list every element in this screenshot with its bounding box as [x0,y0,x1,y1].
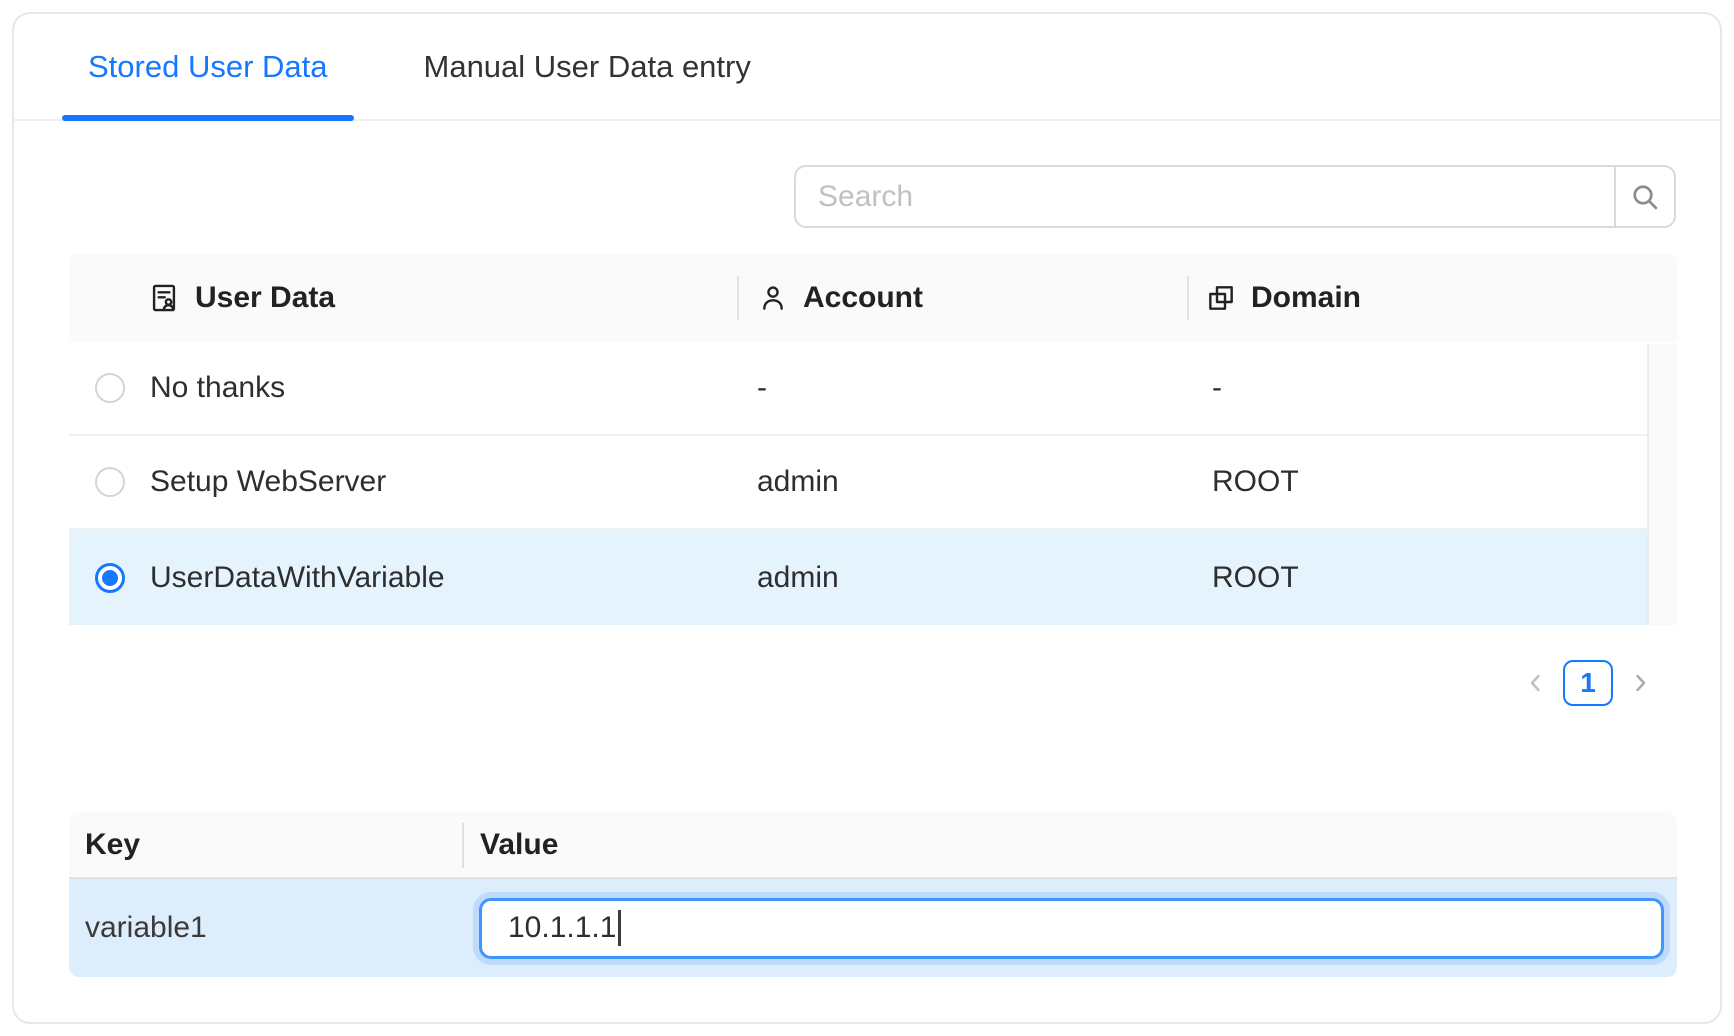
pagination: 1 [1524,660,1652,706]
user-data-document-icon [147,281,181,315]
column-header-account: Account [737,254,1187,342]
radio-selected[interactable] [95,563,125,593]
column-header-domain-label: Domain [1251,281,1361,315]
account-person-icon [757,282,789,314]
radio-cell [69,563,150,593]
table-row-userdatawithvariable-selected[interactable]: UserDataWithVariable admin ROOT [69,530,1647,625]
pagination-page-1[interactable]: 1 [1563,660,1613,706]
pagination-page-number: 1 [1580,667,1596,699]
cell-user-data: Setup WebServer [150,465,737,499]
chevron-right-icon [1628,671,1652,695]
table-row-no-thanks[interactable]: No thanks - - [69,342,1647,436]
header-divider [1187,276,1189,320]
cell-domain: ROOT [1187,465,1647,499]
domain-squares-icon [1205,282,1237,314]
column-header-user-data: User Data [69,254,737,342]
pagination-next-button[interactable] [1628,660,1652,706]
variable-value-cell: 10.1.1.1 [462,898,1677,959]
column-header-domain: Domain [1187,254,1677,342]
table-body: No thanks - - Setup WebServer admin ROOT [69,342,1677,625]
column-header-account-label: Account [803,281,923,315]
tab-bar: Stored User Data Manual User Data entry [14,14,1720,121]
user-data-table: User Data Account [69,254,1677,625]
column-header-key-label: Key [85,828,140,862]
cell-user-data: No thanks [150,371,737,405]
search-button[interactable] [1614,165,1676,228]
text-cursor [618,910,621,946]
cell-domain: - [1187,371,1647,405]
table-header: User Data Account [69,254,1677,342]
cell-domain: ROOT [1187,561,1647,595]
table-row-setup-webserver[interactable]: Setup WebServer admin ROOT [69,436,1647,530]
tab-manual-user-data-entry[interactable]: Manual User Data entry [424,14,751,119]
column-header-value: Value [462,812,1677,877]
column-header-value-label: Value [480,828,558,862]
pagination-prev-button[interactable] [1524,660,1548,706]
radio-cell [69,373,150,403]
table-scrollbar-track[interactable] [1647,344,1677,625]
cell-account: admin [737,465,1187,499]
tab-active-ink-bar [62,115,354,121]
search-bar [794,165,1676,228]
key-value-table: Key Value variable1 10.1.1.1 [69,812,1677,977]
header-divider [462,823,464,868]
radio-unselected[interactable] [95,373,125,403]
header-divider [737,276,739,320]
radio-unselected[interactable] [95,467,125,497]
chevron-left-icon [1524,671,1548,695]
cell-account: - [737,371,1187,405]
variable-value-input[interactable]: 10.1.1.1 [479,898,1664,959]
tab-stored-user-data-label: Stored User Data [88,49,328,85]
cell-user-data: UserDataWithVariable [150,561,737,595]
column-header-user-data-label: User Data [195,281,335,315]
radio-cell [69,467,150,497]
column-header-key: Key [69,812,462,877]
variable-value-text: 10.1.1.1 [508,911,616,945]
key-value-header: Key Value [69,812,1677,879]
key-value-row-variable1: variable1 10.1.1.1 [69,879,1677,977]
radio-dot [102,570,118,586]
tab-manual-user-data-entry-label: Manual User Data entry [424,49,751,85]
variable-key-label: variable1 [69,911,462,945]
search-input[interactable] [794,165,1616,228]
tab-stored-user-data[interactable]: Stored User Data [62,14,354,119]
search-icon [1629,181,1661,213]
dialog-card: Stored User Data Manual User Data entry [12,12,1722,1024]
cell-account: admin [737,561,1187,595]
